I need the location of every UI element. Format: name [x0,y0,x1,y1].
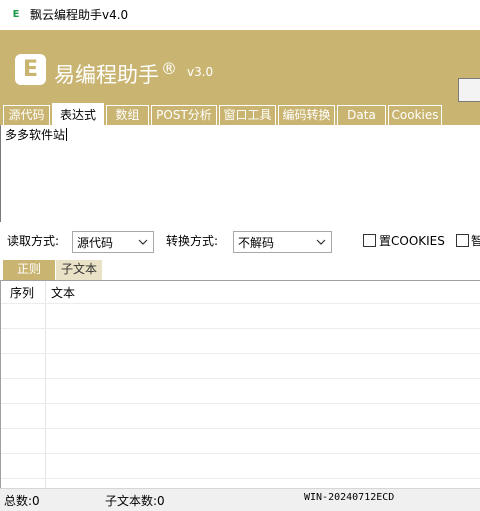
banner-button[interactable] [458,78,480,102]
status-bar: 总数:0 子文本数:0 WIN-20240712ECD [0,488,480,511]
smart-checkbox-label: 智 [471,234,480,248]
smart-checkbox[interactable] [456,234,469,247]
result-tab-bar: 正则 子文本 [0,260,480,280]
chevron-down-icon [138,239,148,245]
options-row: 读取方式: 源代码 转换方式: 不解码 置COOKIES 智 [0,222,480,260]
set-cookies-checkbox[interactable] [363,234,376,247]
status-total: 总数:0 [4,494,40,508]
row-divider [1,428,480,429]
tab-expression[interactable]: 表达式 [52,103,104,125]
status-machine-name: WIN-20240712ECD [304,492,395,503]
read-mode-select[interactable]: 源代码 [72,231,154,253]
convert-mode-label: 转换方式: [166,234,219,248]
set-cookies-label: 置COOKIES [379,234,445,248]
read-mode-label: 读取方式: [7,234,60,248]
window-title: 飘云编程助手v4.0 [30,8,129,22]
logo: E [15,54,46,85]
app-icon: E [12,9,20,20]
tab-cookies[interactable]: Cookies [388,105,442,125]
expression-editor[interactable]: 多多软件站 [0,125,480,222]
tab-data[interactable]: Data [337,105,386,125]
editor-content: 多多软件站 [5,128,66,142]
tab-post-analysis[interactable]: POST分析 [151,105,217,125]
row-divider [1,378,480,379]
row-divider [1,478,480,479]
convert-mode-select[interactable]: 不解码 [233,231,332,253]
convert-mode-value: 不解码 [238,236,275,250]
text-caret [66,128,68,141]
title-bar: E 飘云编程助手v4.0 [0,0,480,30]
row-divider [1,328,480,329]
logo-letter: E [22,57,39,82]
read-mode-value: 源代码 [77,236,114,250]
chevron-down-icon [316,239,326,245]
header-banner: E 易编程助手 ® v3.0 [0,30,480,103]
tab-regex[interactable]: 正则 [3,260,55,280]
main-tab-bar: 源代码 表达式 数组 POST分析 窗口工具 编码转换 Data Cookies [0,103,480,125]
tab-encoding-convert[interactable]: 编码转换 [278,105,335,125]
row-divider [1,403,480,404]
tab-window-tools[interactable]: 窗口工具 [219,105,276,125]
status-subtext-count: 子文本数:0 [105,494,165,508]
version-label: v3.0 [187,65,214,79]
tab-source-code[interactable]: 源代码 [3,105,50,125]
results-table[interactable]: 序列 文本 [0,280,480,489]
registered-mark: ® [161,59,177,78]
column-divider [45,281,46,489]
tab-subtext[interactable]: 子文本 [56,260,102,280]
tab-array[interactable]: 数组 [106,105,149,125]
brand-title: 易编程助手 ® [54,56,177,88]
row-divider [1,303,480,304]
editor-text: 多多软件站 [5,127,68,143]
column-header-text[interactable]: 文本 [51,286,75,300]
row-divider [1,353,480,354]
brand-name: 易编程助手 [54,63,159,87]
column-header-index[interactable]: 序列 [10,286,34,300]
row-divider [1,453,480,454]
